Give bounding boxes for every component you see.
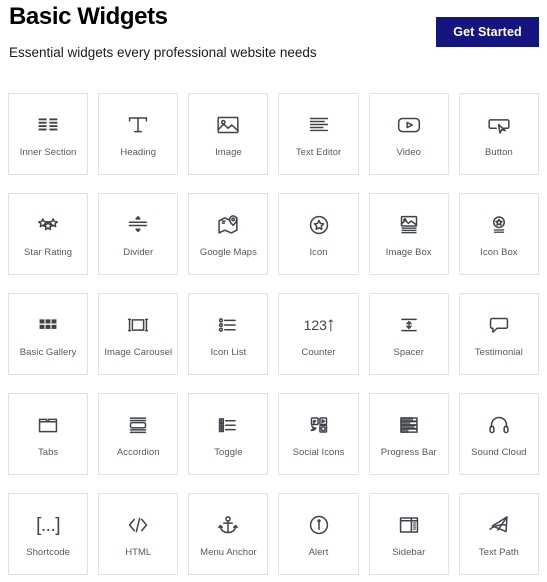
- page-title: Basic Widgets: [9, 3, 168, 30]
- widget-card[interactable]: Sidebar: [368, 493, 449, 575]
- widget-label: Heading: [120, 147, 157, 158]
- inner-section-icon: [33, 110, 63, 140]
- star-rating-icon: [33, 210, 63, 240]
- widget-card[interactable]: Icon List: [188, 293, 269, 375]
- widget-label: Testimonial: [474, 347, 523, 358]
- widget-card[interactable]: Sound Cloud: [458, 393, 539, 475]
- widget-label: Shortcode: [26, 547, 70, 558]
- shortcode-glyph: [...]: [36, 514, 61, 536]
- text-editor-icon: [304, 110, 334, 140]
- counter-icon: 123: [304, 310, 334, 340]
- tabs-icon: [33, 410, 63, 440]
- widget-label: Toggle: [214, 447, 243, 458]
- widget-grid: Inner Section Heading Image Text Editor …: [8, 93, 539, 575]
- button-icon: [484, 110, 514, 140]
- widget-label: Sound Cloud: [471, 447, 527, 458]
- widget-card[interactable]: Icon Box: [458, 193, 539, 275]
- widget-card[interactable]: Accordion: [98, 393, 179, 475]
- video-icon: [394, 110, 424, 140]
- widget-label: Social Icons: [292, 447, 345, 458]
- widget-label: Basic Gallery: [19, 347, 77, 358]
- alert-icon: [304, 510, 334, 540]
- counter-glyph: 123: [303, 317, 327, 333]
- widget-card[interactable]: Spacer: [368, 293, 449, 375]
- widget-label: Progress Bar: [380, 447, 437, 458]
- widget-label: Counter: [301, 347, 336, 358]
- spacer-icon: [394, 310, 424, 340]
- widget-label: Accordion: [116, 447, 160, 458]
- widget-label: HTML: [125, 547, 152, 558]
- widget-card[interactable]: Tabs: [8, 393, 89, 475]
- widget-card[interactable]: Google Maps: [188, 193, 269, 275]
- widget-card[interactable]: 123 Counter: [278, 293, 359, 375]
- heading-icon: [123, 110, 153, 140]
- social-icons-icon: [304, 410, 334, 440]
- widget-label: Button: [485, 147, 513, 158]
- accordion-icon: [123, 410, 153, 440]
- widget-card[interactable]: Text Path: [458, 493, 539, 575]
- widget-card[interactable]: Image Box: [368, 193, 449, 275]
- icon-star-circle-icon: [304, 210, 334, 240]
- widget-label: Sidebar: [392, 547, 426, 558]
- google-maps-icon: [213, 210, 243, 240]
- page-subtitle: Essential widgets every professional web…: [9, 45, 317, 60]
- get-started-button[interactable]: Get Started: [436, 17, 539, 47]
- widget-card[interactable]: Button: [458, 93, 539, 175]
- widget-label: Image Carousel: [104, 347, 173, 358]
- basic-gallery-icon: [33, 310, 63, 340]
- progress-bar-icon: [394, 410, 424, 440]
- widget-card[interactable]: Image Carousel: [98, 293, 179, 375]
- widget-card[interactable]: Image: [188, 93, 269, 175]
- widget-card[interactable]: Star Rating: [8, 193, 89, 275]
- widget-label: Menu Anchor: [200, 547, 257, 558]
- sound-cloud-icon: [484, 410, 514, 440]
- widget-label: Icon: [309, 247, 328, 258]
- widget-label: Icon Box: [480, 247, 518, 258]
- icon-list-icon: [213, 310, 243, 340]
- widget-card[interactable]: Alert: [278, 493, 359, 575]
- widget-card[interactable]: Basic Gallery: [8, 293, 89, 375]
- widget-label: Spacer: [393, 347, 424, 358]
- widget-card[interactable]: Icon: [278, 193, 359, 275]
- widget-label: Tabs: [37, 447, 59, 458]
- widget-label: Alert: [308, 547, 329, 558]
- page-header: Basic Widgets Essential widgets every pr…: [0, 0, 547, 85]
- widget-card[interactable]: HTML: [98, 493, 179, 575]
- widget-label: Divider: [123, 247, 154, 258]
- widget-card[interactable]: Menu Anchor: [188, 493, 269, 575]
- widget-card[interactable]: Text Editor: [278, 93, 359, 175]
- menu-anchor-icon: [213, 510, 243, 540]
- icon-box-icon: [484, 210, 514, 240]
- widget-label: Star Rating: [24, 247, 73, 258]
- divider-icon: [123, 210, 153, 240]
- widget-label: Video: [396, 147, 421, 158]
- widget-card[interactable]: Progress Bar: [368, 393, 449, 475]
- image-box-icon: [394, 210, 424, 240]
- widget-card[interactable]: Testimonial: [458, 293, 539, 375]
- testimonial-icon: [484, 310, 514, 340]
- widget-label: Icon List: [210, 347, 247, 358]
- image-icon: [213, 110, 243, 140]
- sidebar-icon: [394, 510, 424, 540]
- widget-label: Inner Section: [19, 147, 77, 158]
- widget-card[interactable]: Social Icons: [278, 393, 359, 475]
- text-path-icon: [484, 510, 514, 540]
- widget-card[interactable]: Divider: [98, 193, 179, 275]
- widget-label: Image: [215, 147, 242, 158]
- widget-label: Text Path: [478, 547, 519, 558]
- html-icon: [123, 510, 153, 540]
- widget-label: Image Box: [385, 247, 432, 258]
- widget-label: Google Maps: [199, 247, 257, 258]
- toggle-icon: [213, 410, 243, 440]
- widget-card[interactable]: [...] Shortcode: [8, 493, 89, 575]
- widget-card[interactable]: Toggle: [188, 393, 269, 475]
- shortcode-icon: [...]: [33, 510, 63, 540]
- widget-label: Text Editor: [295, 147, 342, 158]
- widget-card[interactable]: Video: [368, 93, 449, 175]
- widget-card[interactable]: Heading: [98, 93, 179, 175]
- widget-card[interactable]: Inner Section: [8, 93, 89, 175]
- image-carousel-icon: [123, 310, 153, 340]
